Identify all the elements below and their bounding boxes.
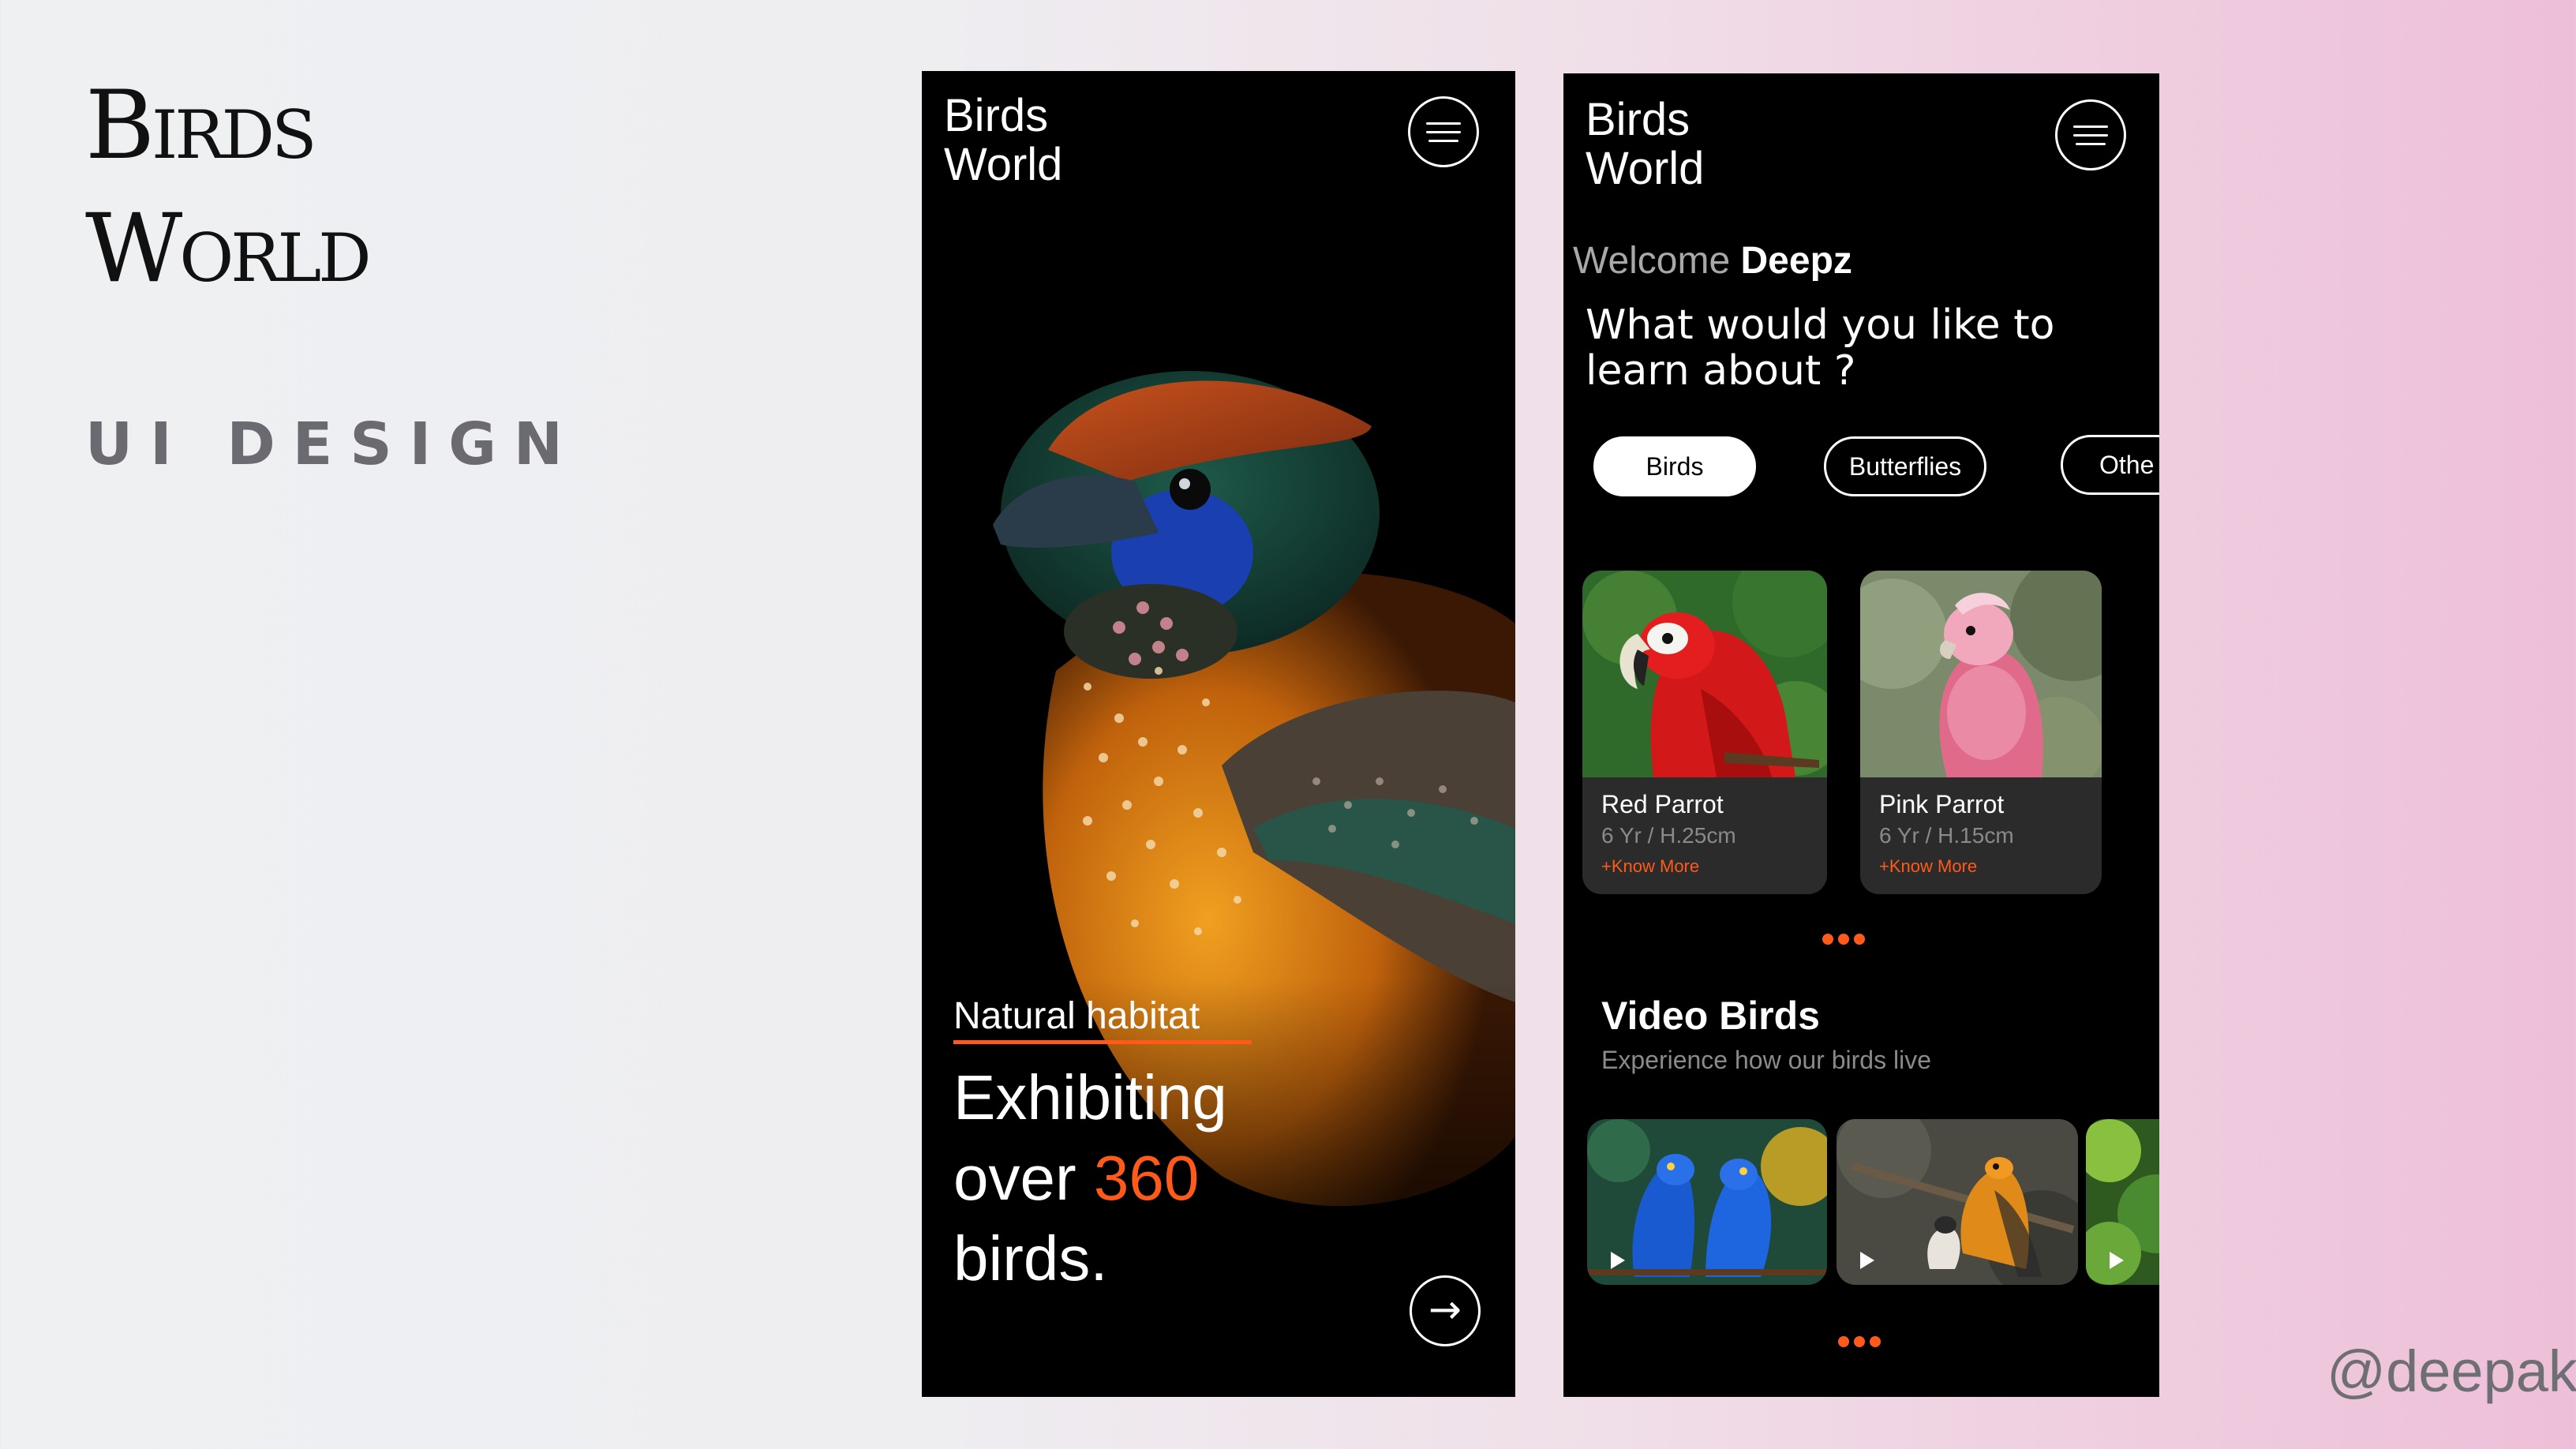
hamburger-icon bbox=[2073, 125, 2108, 128]
category-chip-butterflies[interactable]: Butterflies bbox=[1824, 436, 1986, 496]
video-section-subtitle: Experience how our birds live bbox=[1601, 1046, 1931, 1074]
app-title: Birds World bbox=[944, 92, 1062, 189]
bird-name: Red Parrot bbox=[1601, 790, 1724, 818]
video-section-title: Video Birds bbox=[1601, 994, 1820, 1038]
hamburger-icon bbox=[1426, 122, 1461, 125]
app-title-line1: Birds bbox=[944, 90, 1049, 141]
app-title-line2: World bbox=[1586, 143, 1705, 194]
arrow-right-icon: → bbox=[1428, 1286, 1462, 1332]
app-title: Birds World bbox=[1586, 95, 1704, 193]
app-title-line2: World bbox=[944, 139, 1063, 190]
know-more-link[interactable]: +Know More bbox=[1601, 856, 1699, 877]
bird-meta: 6 Yr / H.15cm bbox=[1879, 823, 2014, 848]
video-thumbnail[interactable] bbox=[1837, 1119, 2078, 1285]
hero-number: 360 bbox=[1093, 1143, 1200, 1213]
hero-headline: Exhibiting over 360 birds. bbox=[953, 1058, 1227, 1299]
bird-name: Pink Parrot bbox=[1879, 790, 2005, 818]
video-pagination[interactable] bbox=[1838, 1336, 1881, 1347]
know-more-link[interactable]: +Know More bbox=[1879, 856, 1977, 877]
welcome-label: Welcome bbox=[1573, 240, 1731, 282]
menu-button[interactable] bbox=[1408, 96, 1479, 167]
habitat-underline bbox=[953, 1040, 1252, 1044]
slide-subtitle: UI DESIGN bbox=[85, 410, 580, 478]
bird-card[interactable]: Red Parrot 6 Yr / H.25cm +Know More bbox=[1582, 571, 1827, 894]
slide-title-line1: Birds bbox=[85, 71, 317, 181]
slide-title: Birds World bbox=[85, 71, 372, 304]
hero-line3: birds. bbox=[953, 1223, 1108, 1294]
learn-question: What would you like to learn about ? bbox=[1586, 301, 2055, 395]
habitat-label: Natural habitat bbox=[953, 995, 1200, 1037]
user-name: Deepz bbox=[1740, 240, 1852, 282]
slide-title-line2: World bbox=[85, 194, 372, 304]
author-watermark: @deepak bbox=[2327, 1339, 2576, 1404]
next-button[interactable]: → bbox=[1410, 1275, 1481, 1346]
bird-card[interactable]: Pink Parrot 6 Yr / H.15cm +Know More bbox=[1860, 571, 2102, 894]
category-chip-others[interactable]: Othe bbox=[2061, 435, 2159, 495]
red-parrot-image bbox=[1582, 571, 1827, 777]
play-icon bbox=[1860, 1252, 1874, 1269]
onboarding-screen: Birds World Natural habitat Exhibiting o… bbox=[922, 71, 1515, 1397]
play-icon bbox=[1611, 1252, 1625, 1269]
home-screen: Birds World Welcome Deepz What would you… bbox=[1563, 73, 2159, 1397]
video-thumbnail[interactable] bbox=[2086, 1119, 2159, 1285]
hero-line2-prefix: over bbox=[953, 1143, 1076, 1213]
play-icon bbox=[2110, 1252, 2124, 1269]
menu-button[interactable] bbox=[2055, 99, 2126, 170]
bird-meta: 6 Yr / H.25cm bbox=[1601, 823, 1736, 848]
hero-line1: Exhibiting bbox=[953, 1062, 1227, 1133]
welcome-greeting: Welcome Deepz bbox=[1573, 239, 1852, 283]
video-thumbnail[interactable] bbox=[1587, 1119, 1827, 1285]
category-chip-birds[interactable]: Birds bbox=[1593, 436, 1756, 496]
carousel-pagination[interactable] bbox=[1822, 934, 1865, 945]
pink-parrot-image bbox=[1860, 571, 2102, 777]
app-title-line1: Birds bbox=[1586, 94, 1690, 145]
